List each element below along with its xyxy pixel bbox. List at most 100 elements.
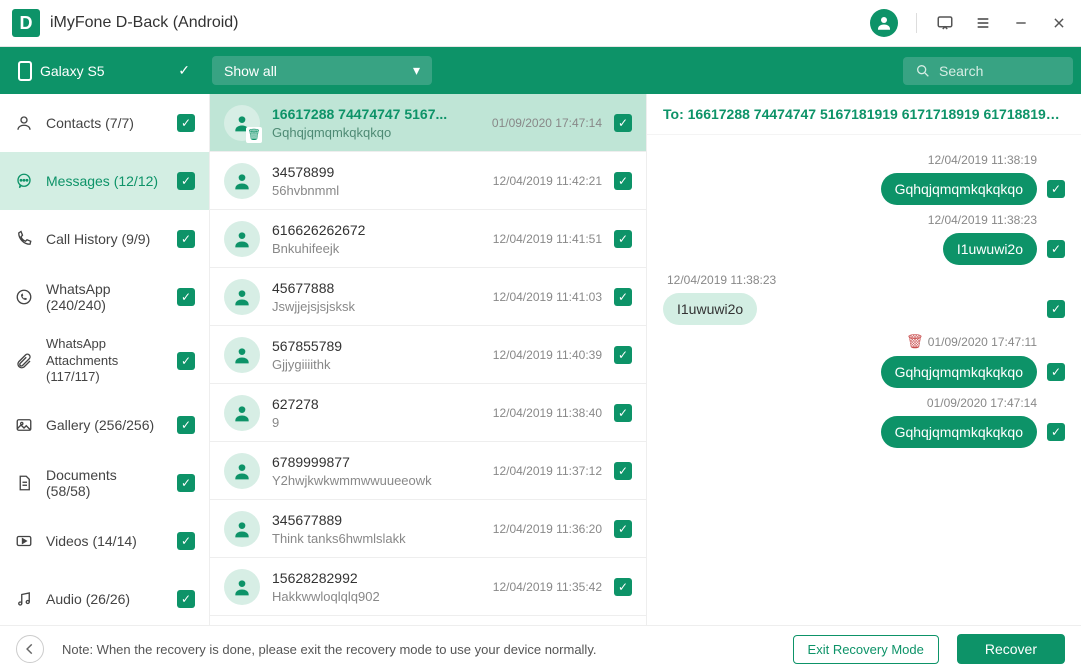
checkbox[interactable]: [614, 404, 632, 422]
menu-icon[interactable]: [973, 13, 993, 33]
chat-panel: To: 16617288 74474747 5167181919 6171718…: [647, 94, 1081, 625]
conversation-item[interactable]: 🗑16617288 74474747 5167...Gqhqjqmqmkqkqk…: [210, 94, 646, 152]
sidebar-item-wa-attach[interactable]: WhatsApp Attachments (117/117): [0, 326, 209, 396]
message-row: I1uwuwi2o: [663, 233, 1065, 265]
document-icon: [14, 474, 34, 492]
video-icon: [14, 532, 34, 550]
sidebar-item-audio[interactable]: Audio (26/26): [0, 570, 209, 625]
checkbox[interactable]: [614, 462, 632, 480]
sidebar-item-call-history[interactable]: Call History (9/9): [0, 210, 209, 268]
checkbox[interactable]: [177, 230, 195, 248]
conversation-title: 45677888: [272, 280, 481, 296]
message-row: Gqhqjqmqmkqkqkqo: [663, 416, 1065, 448]
sidebar-item-contacts[interactable]: Contacts (7/7): [0, 94, 209, 152]
minimize-icon[interactable]: [1011, 13, 1031, 33]
sidebar-item-label: Audio (26/26): [46, 591, 165, 607]
conversation-snippet: 56hvbnmml: [272, 183, 481, 198]
filter-dropdown[interactable]: Show all ▾: [212, 56, 432, 85]
sidebar-item-gallery[interactable]: Gallery (256/256): [0, 396, 209, 454]
footer-note: Note: When the recovery is done, please …: [62, 642, 775, 657]
conversation-item[interactable]: 616626262672Bnkuhifeejk12/04/2019 11:41:…: [210, 210, 646, 268]
contact-icon: [14, 114, 34, 132]
chevron-down-icon: ▾: [413, 62, 420, 79]
checkbox[interactable]: [1047, 300, 1065, 318]
checkbox[interactable]: [177, 172, 195, 190]
conversation-title: 345677889: [272, 512, 481, 528]
sidebar-item-whatsapp[interactable]: WhatsApp (240/240): [0, 268, 209, 326]
conversation-snippet: Y2hwjkwkwmmwwuueeowk: [272, 473, 481, 488]
conversation-title: 567855789: [272, 338, 481, 354]
audio-icon: [14, 590, 34, 608]
checkbox[interactable]: [1047, 363, 1065, 381]
checkbox[interactable]: [1047, 423, 1065, 441]
message-bubble-outgoing: I1uwuwi2o: [943, 233, 1037, 265]
avatar-icon: [224, 337, 260, 373]
recover-button[interactable]: Recover: [957, 634, 1065, 664]
titlebar: D iMyFone D-Back (Android): [0, 0, 1081, 47]
message-icon: [14, 172, 34, 190]
avatar-icon: [224, 511, 260, 547]
conversation-item[interactable]: 6789999877Y2hwjkwkwmmwwuueeowk12/04/2019…: [210, 442, 646, 500]
conversation-item[interactable]: 567855789Gjjygiiiithk12/04/2019 11:40:39: [210, 326, 646, 384]
conversation-item[interactable]: 627278912/04/2019 11:38:40: [210, 384, 646, 442]
conversation-title: 15628282992: [272, 570, 481, 586]
checkbox[interactable]: [177, 114, 195, 132]
back-button[interactable]: [16, 635, 44, 663]
conversation-item[interactable]: 345677889Think tanks6hwmlslakk12/04/2019…: [210, 500, 646, 558]
search-icon: [915, 63, 931, 79]
account-icon[interactable]: [870, 9, 898, 37]
checkbox[interactable]: [177, 590, 195, 608]
checkbox[interactable]: [177, 532, 195, 550]
conversation-snippet: Gjjygiiiithk: [272, 357, 481, 372]
checkbox[interactable]: [614, 346, 632, 364]
avatar-icon: [224, 221, 260, 257]
checkbox[interactable]: [1047, 180, 1065, 198]
checkbox[interactable]: [614, 230, 632, 248]
avatar-icon: [224, 163, 260, 199]
device-name: Galaxy S5: [40, 63, 105, 79]
search-input[interactable]: [939, 63, 1039, 79]
conversation-time: 12/04/2019 11:42:21: [493, 174, 602, 188]
message-timestamp: 12/04/2019 11:38:19: [663, 153, 1037, 167]
checkbox[interactable]: [177, 288, 195, 306]
sidebar-item-label: WhatsApp Attachments (117/117): [46, 336, 165, 387]
conversation-item[interactable]: 45677888Jswjjejsjsjsksk12/04/2019 11:41:…: [210, 268, 646, 326]
conversation-time: 12/04/2019 11:35:42: [493, 580, 602, 594]
conversation-item[interactable]: 15628282992 Hakkwwloqlqlq902 12/04/2019 11…: [210, 558, 646, 616]
conversation-title: 16617288 74474747 5167...: [272, 106, 480, 122]
checkbox[interactable]: [614, 172, 632, 190]
checkbox[interactable]: [614, 520, 632, 538]
message-bubble-incoming: I1uwuwi2o: [663, 293, 757, 325]
checkbox[interactable]: [177, 416, 195, 434]
sidebar-item-videos[interactable]: Videos (14/14): [0, 512, 209, 570]
trash-icon: 🗑: [906, 333, 924, 349]
conversation-snippet: Jswjjejsjsjsksk: [272, 299, 481, 314]
checkbox[interactable]: [614, 114, 632, 132]
search-box[interactable]: [903, 57, 1073, 85]
sidebar-item-label: WhatsApp (240/240): [46, 281, 165, 313]
avatar-icon: [224, 569, 260, 605]
checkbox[interactable]: [614, 288, 632, 306]
conversation-snippet: Hakkwwloqlqlq902: [272, 589, 481, 604]
checkbox[interactable]: [177, 474, 195, 492]
sidebar-item-messages[interactable]: Messages (12/12): [0, 152, 209, 210]
message-timestamp: 01/09/2020 17:47:14: [663, 396, 1037, 410]
sidebar-item-documents[interactable]: Documents (58/58): [0, 454, 209, 512]
exit-recovery-button[interactable]: Exit Recovery Mode: [793, 635, 939, 664]
avatar-icon: [224, 453, 260, 489]
checkbox[interactable]: [1047, 240, 1065, 258]
phone-device-icon: [18, 61, 32, 81]
device-selector[interactable]: Galaxy S5 ✓: [8, 55, 200, 87]
conversation-item[interactable]: 3457889956hvbnmml12/04/2019 11:42:21: [210, 152, 646, 210]
conversation-time: 12/04/2019 11:36:20: [493, 522, 602, 536]
checkbox[interactable]: [614, 578, 632, 596]
sidebar-item-label: Contacts (7/7): [46, 115, 165, 131]
close-icon[interactable]: [1049, 13, 1069, 33]
message-bubble-outgoing: Gqhqjqmqmkqkqkqo: [881, 416, 1037, 448]
message-bubble-outgoing: Gqhqjqmqmkqkqkqo: [881, 173, 1037, 205]
checkbox[interactable]: [177, 352, 195, 370]
conversation-title: 627278: [272, 396, 481, 412]
feedback-icon[interactable]: [935, 13, 955, 33]
main: Contacts (7/7) Messages (12/12)Call Histo…: [0, 94, 1081, 625]
avatar-icon: [224, 395, 260, 431]
